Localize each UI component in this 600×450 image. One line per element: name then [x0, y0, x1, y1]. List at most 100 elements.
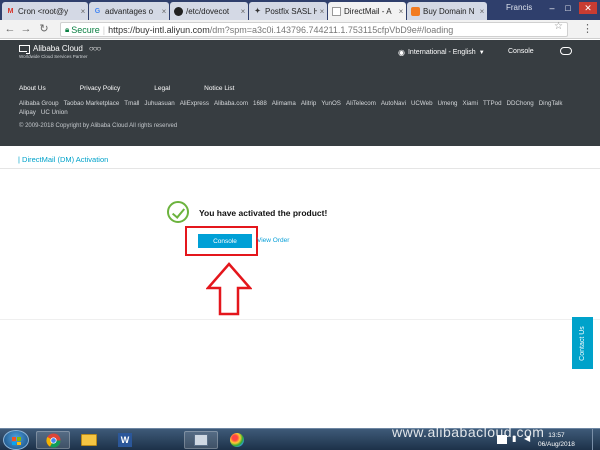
tab-title: /etc/dovecot [186, 6, 230, 16]
taskbar-paint[interactable] [220, 431, 254, 449]
partner-link[interactable]: Juhuasuan [144, 99, 174, 108]
copyright-text: © 2009-2018 Copyright by Alibaba Cloud A… [19, 123, 178, 129]
partner-link[interactable]: Taobao Marketplace [64, 99, 120, 108]
google-icon: G [94, 7, 101, 15]
tab-title: Postfix SASL H [265, 6, 317, 16]
partner-link[interactable]: Alitrip [301, 99, 316, 108]
logo-text: Alibaba Cloud [33, 44, 83, 53]
partner-link[interactable]: Xiami [462, 99, 477, 108]
logo-mark-icon [19, 44, 30, 54]
tab-postfix[interactable]: ✦ Postfix SASL H × [249, 2, 327, 20]
url-input[interactable]: 🔒︎ Secure | https://buy-intl.aliyun.com … [60, 22, 568, 37]
partner-link[interactable]: Umeng [438, 99, 458, 108]
alibaba-icon [411, 6, 420, 16]
tab-google[interactable]: G advantages o × [89, 2, 169, 20]
partner-link[interactable]: UC Union [41, 108, 68, 117]
site-header: Alibaba Cloud ○○○ Worldwide Cloud Servic… [0, 40, 600, 67]
minimize-icon[interactable]: – [545, 2, 559, 14]
clock-date: 06/Aug/2018 [538, 441, 575, 448]
tab-github[interactable]: /etc/dovecot × [170, 2, 248, 20]
watermark: www.alibabacloud.com [392, 424, 545, 440]
language-label: International - English [407, 49, 476, 56]
header-console-link[interactable]: Console [508, 48, 534, 55]
close-tab-icon[interactable]: × [238, 7, 248, 16]
secure-label: Secure [71, 24, 100, 35]
close-tab-icon[interactable]: × [396, 7, 406, 16]
tab-title: Cron <root@y [18, 6, 69, 16]
partner-link[interactable]: AutoNavi [381, 99, 406, 108]
maximize-icon[interactable]: □ [561, 2, 575, 14]
site-footer: About Us Privacy Policy Legal Notice Lis… [0, 67, 600, 146]
page-icon [332, 6, 341, 16]
forward-icon[interactable]: → [20, 23, 32, 35]
tab-directmail[interactable]: DirectMail - A × [328, 2, 406, 20]
footer-link-notice[interactable]: Notice List [204, 85, 234, 92]
success-message: You have activated the product! [199, 208, 328, 218]
console-button[interactable]: Console [198, 234, 252, 248]
taskbar-chrome[interactable] [36, 431, 70, 449]
tab-title: Buy Domain N [423, 6, 475, 16]
partner-link[interactable]: AliTelecom [346, 99, 376, 108]
tab-buy-domain[interactable]: Buy Domain N × [407, 2, 487, 20]
show-desktop-button[interactable] [592, 429, 600, 450]
taskbar-network[interactable] [184, 431, 218, 449]
address-toolbar: ← → ↻ 🔒︎ Secure | https://buy-intl.aliyu… [0, 20, 600, 39]
footer-link-legal[interactable]: Legal [154, 85, 170, 92]
contact-us-tab[interactable]: Contact Us [572, 317, 593, 369]
language-selector[interactable]: ◉ International - English ▼ [398, 48, 485, 57]
partner-link[interactable]: UCWeb [411, 99, 433, 108]
taskbar-explorer[interactable] [72, 431, 106, 449]
partner-link[interactable]: Alipay [19, 108, 36, 117]
close-tab-icon[interactable]: × [159, 7, 169, 16]
content-boundary [0, 319, 600, 320]
success-check-icon [167, 201, 189, 223]
partner-link[interactable]: DingTalk [539, 99, 563, 108]
back-icon[interactable]: ← [4, 23, 16, 35]
close-tab-icon[interactable]: × [477, 7, 487, 16]
close-window-icon[interactable]: ✕ [579, 2, 597, 14]
partner-link[interactable]: Alimama [272, 99, 296, 108]
partner-link[interactable]: DDChong [507, 99, 534, 108]
windows-logo-icon [12, 437, 21, 445]
partner-link[interactable]: YunOS [321, 99, 341, 108]
start-button[interactable] [3, 430, 29, 450]
page-title: | DirectMail (DM) Activation [18, 155, 109, 164]
partner-link[interactable]: Alibaba.com [214, 99, 248, 108]
logo-subtitle: Worldwide Cloud Services Partner [19, 54, 88, 59]
bookmark-star-icon[interactable]: ☆ [554, 21, 563, 32]
chrome-icon [45, 432, 61, 448]
partner-link[interactable]: 1688 [253, 99, 267, 108]
olympic-rings-icon: ○○○ [88, 44, 101, 53]
url-divider: | [102, 24, 106, 35]
close-tab-icon[interactable]: × [78, 7, 88, 16]
partner-link[interactable]: TTPod [483, 99, 502, 108]
contact-us-label: Contact Us [579, 325, 586, 361]
footer-link-privacy[interactable]: Privacy Policy [80, 85, 120, 92]
lock-icon: 🔒︎ [65, 24, 70, 34]
paint-icon [230, 433, 244, 447]
word-icon: W [118, 433, 132, 447]
tab-gmail[interactable]: M Cron <root@y × [2, 2, 88, 20]
window-user-name[interactable]: Francis [506, 3, 532, 12]
up-arrow-annotation-icon [206, 262, 252, 316]
chat-icon[interactable] [560, 47, 572, 55]
gmail-icon: M [7, 7, 14, 15]
partner-links: Alibaba Group Taobao Marketplace Tmall Juhu… [19, 99, 579, 117]
reload-icon[interactable]: ↻ [38, 23, 50, 35]
tab-title: advantages o [105, 6, 154, 16]
partner-link[interactable]: AliExpress [180, 99, 209, 108]
footer-link-about[interactable]: About Us [19, 85, 46, 92]
browser-menu-icon[interactable]: ⋮ [582, 22, 593, 35]
divider [0, 168, 600, 169]
footer-links: About Us Privacy Policy Legal Notice Lis… [19, 85, 268, 92]
close-tab-icon[interactable]: × [317, 7, 327, 16]
globe-icon: ◉ [398, 48, 405, 57]
alibaba-cloud-logo[interactable]: Alibaba Cloud ○○○ Worldwide Cloud Servic… [19, 44, 101, 59]
taskbar-word[interactable]: W [108, 431, 142, 449]
folder-icon [81, 434, 97, 446]
partner-link[interactable]: Alibaba Group [19, 99, 59, 108]
network-icon [194, 434, 208, 446]
url-host: https://buy-intl.aliyun.com [108, 24, 210, 35]
partner-link[interactable]: Tmall [124, 99, 139, 108]
view-order-link[interactable]: View Order [257, 237, 289, 244]
